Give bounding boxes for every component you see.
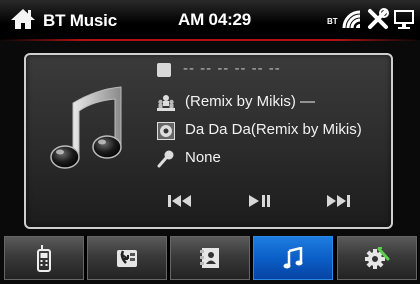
tab-settings[interactable] [337, 236, 417, 280]
tab-phonebook[interactable] [170, 236, 250, 280]
settings-icon [365, 247, 390, 269]
tools-icon[interactable] [367, 7, 389, 31]
play-pause-button[interactable] [246, 192, 274, 210]
next-track-button[interactable] [324, 192, 352, 210]
app-title: BT Music [43, 11, 117, 30]
stop-icon [157, 63, 171, 77]
music-note-icon [283, 247, 303, 269]
phonebook-icon [200, 248, 219, 268]
artist-icon [157, 95, 175, 111]
status-divider [0, 39, 420, 41]
clock: AM 04:29 [178, 10, 252, 29]
music-note-icon [50, 86, 122, 169]
album-text: None [185, 149, 221, 166]
previous-track-button[interactable] [166, 192, 194, 210]
disc-icon [157, 122, 175, 140]
monitor-icon[interactable] [394, 9, 414, 31]
contacts-transfer-icon [117, 250, 137, 267]
status-bar: BT Music AM 04:29 BT [0, 0, 420, 41]
microphone-icon [157, 150, 174, 168]
tab-contacts[interactable] [87, 236, 167, 280]
phone-icon [37, 245, 51, 272]
artist-text: (Remix by Mikis) — [185, 93, 315, 110]
home-icon[interactable] [9, 7, 37, 31]
track-number: -- -- -- -- -- -- [183, 60, 281, 77]
bt-label: BT [327, 17, 338, 26]
tab-music[interactable] [253, 236, 333, 280]
bottom-tab-bar [4, 236, 418, 280]
song-title: Da Da Da(Remix by Mikis) [185, 121, 362, 138]
tab-phone[interactable] [4, 236, 84, 280]
